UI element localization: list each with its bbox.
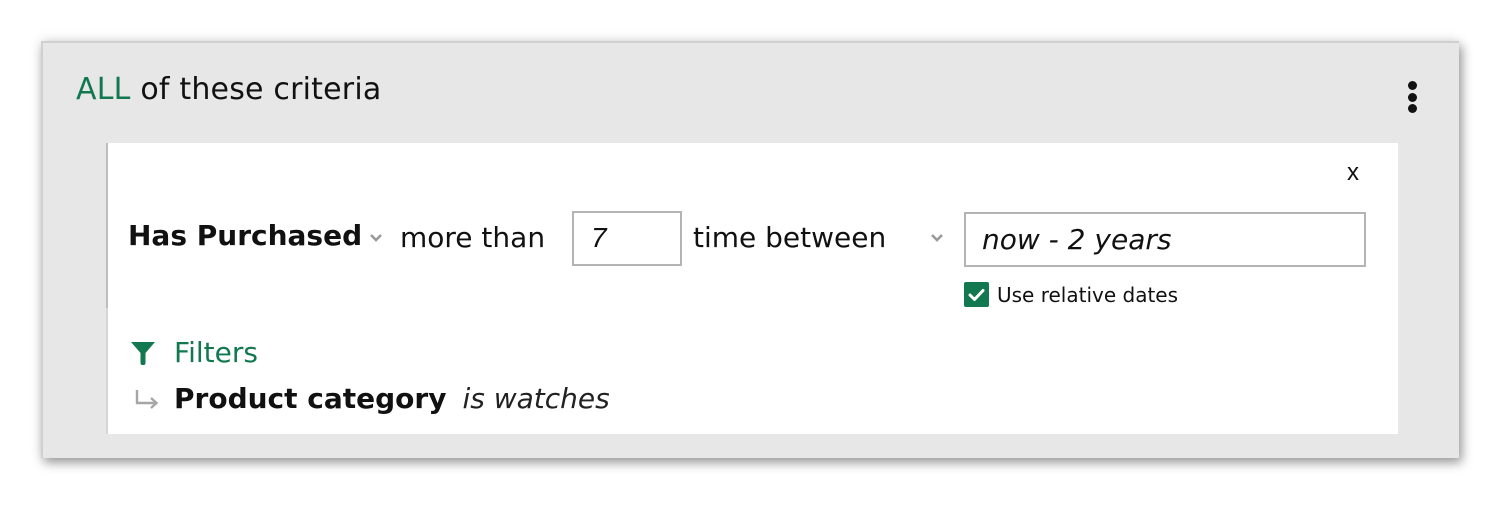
relative-dates-checkbox[interactable] [964,282,989,307]
checkmark-icon [968,288,985,301]
quantifier-toggle[interactable]: ALL [76,72,131,107]
subdirectory-arrow-icon [135,389,159,409]
filters-toggle[interactable]: Filters [130,336,258,369]
relative-dates-checkbox-row[interactable]: Use relative dates [964,282,1178,307]
date-range-input[interactable]: now - 2 years [964,212,1366,267]
criteria-group-title: ALL of these criteria [76,72,381,107]
chevron-down-icon[interactable] [931,234,943,242]
chevron-down-icon[interactable] [370,234,382,242]
filters-label: Filters [174,336,258,369]
filter-item[interactable]: Product category is watches [134,382,610,415]
more-vertical-icon-dot [1407,104,1417,113]
more-vertical-icon-dot [1407,92,1417,102]
time-mode-select[interactable]: time between [693,221,886,254]
more-vertical-icon-dot [1407,81,1417,90]
event-select[interactable]: Has Purchased [128,219,362,252]
more-options-button[interactable] [1405,81,1419,113]
comparator-label: more than [400,221,546,254]
remove-condition-button[interactable]: x [1347,159,1359,187]
relative-dates-label: Use relative dates [997,282,1179,307]
filter-field-name: Product category [174,382,447,415]
criteria-group-panel: ALL of these criteria x Has Purchased mo… [41,41,1459,458]
filter-condition-value: is watches [462,382,610,415]
card-border-decoration [106,308,108,434]
filter-icon [131,341,155,365]
count-input[interactable]: 7 [572,211,682,266]
condition-card: x Has Purchased more than 7 time between… [106,143,1398,434]
criteria-title-text: of these criteria [140,72,382,107]
